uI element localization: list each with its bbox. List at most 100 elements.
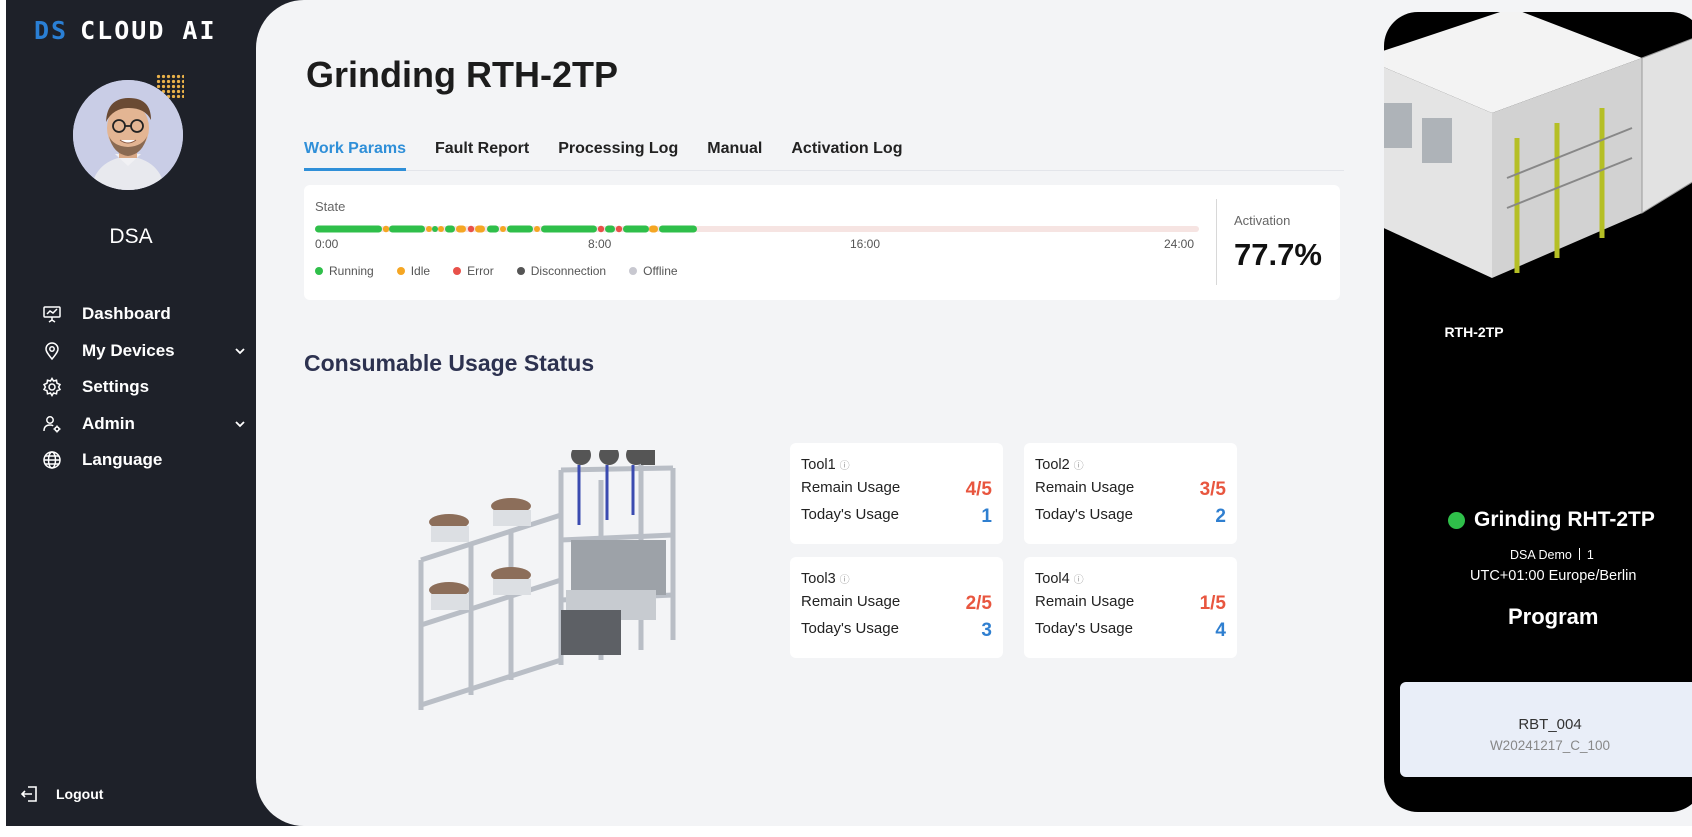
today-usage-row: Today's Usage 4 [1035, 620, 1226, 642]
sidebar-item-label: Admin [82, 413, 135, 433]
tool-card-tool3[interactable]: Tool3 ⓘ Remain Usage 2/5 Today's Usage 3 [790, 557, 1003, 658]
tool-name: Tool1 ⓘ [801, 457, 850, 473]
program-card[interactable]: RBT_004 W20241217_C_100 [1400, 682, 1692, 777]
legend-dot [516, 267, 525, 275]
tab-manual[interactable]: Manual [707, 138, 762, 171]
today-usage-label: Today's Usage [1035, 506, 1133, 523]
today-usage-value: 4 [1215, 620, 1226, 641]
logout-icon [20, 786, 37, 802]
sidebar-item-dashboard[interactable]: Dashboard [36, 296, 246, 333]
remain-usage-value: 4/5 [965, 479, 992, 500]
today-usage-row: Today's Usage 1 [801, 506, 992, 528]
legend-label: Offline [643, 264, 678, 278]
state-legend: Running Idle Error Disconnection Offline [315, 264, 701, 278]
brand-logo: DS CLOUD AI [34, 16, 217, 45]
user-name: DSA [109, 225, 153, 248]
legend-label: Error [467, 264, 494, 278]
remain-usage-label: Remain Usage [801, 593, 901, 610]
legend-label: Idle [410, 264, 431, 278]
chevron-down-icon[interactable] [234, 345, 246, 357]
sidebar-item-label: Settings [82, 377, 150, 397]
program-name: RBT_004 [1518, 716, 1582, 733]
info-icon[interactable]: ⓘ [840, 575, 850, 586]
tool-name-text: Tool4 [1035, 571, 1070, 587]
remain-usage-label: Remain Usage [1035, 593, 1135, 610]
remain-usage-row: Remain Usage 3/5 [1035, 479, 1226, 501]
legend-disconnection[interactable]: Disconnection [516, 264, 607, 278]
legend-error[interactable]: Error [453, 264, 494, 278]
section-title: Consumable Usage Status [304, 350, 595, 376]
tab-bar: Work Params Fault Report Processing Log … [304, 138, 1344, 171]
page-title: Grinding RTH-2TP [306, 54, 618, 95]
today-usage-value: 1 [981, 506, 992, 527]
tool-name: Tool3 ⓘ [801, 571, 850, 587]
logout-label: Logout [56, 786, 104, 802]
gear-icon [42, 377, 62, 398]
tab-activation-log[interactable]: Activation Log [791, 138, 902, 171]
tab-work-params[interactable]: Work Params [304, 138, 406, 171]
state-timeline[interactable] [315, 225, 1199, 233]
tool-card-tool1[interactable]: Tool1 ⓘ Remain Usage 4/5 Today's Usage 1 [790, 443, 1003, 544]
device-timezone: UTC+01:00 Europe/Berlin [1470, 568, 1637, 584]
remain-usage-row: Remain Usage 4/5 [801, 479, 992, 501]
tab-processing-log[interactable]: Processing Log [558, 138, 678, 171]
legend-running[interactable]: Running [315, 264, 374, 278]
logout-button[interactable]: Logout [20, 784, 103, 804]
info-icon[interactable]: ⓘ [1074, 461, 1084, 472]
timeline-tick: 16:00 [850, 237, 881, 251]
sidebar-item-label: Dashboard [82, 304, 171, 324]
info-icon[interactable]: ⓘ [1074, 575, 1084, 586]
chevron-down-icon[interactable] [234, 418, 246, 430]
app-frame: DS CLOUD AI DSA Dashboard My Devices Set… [6, 0, 1692, 826]
tab-fault-report[interactable]: Fault Report [435, 138, 529, 171]
tool-card-tool4[interactable]: Tool4 ⓘ Remain Usage 1/5 Today's Usage 4 [1024, 557, 1237, 658]
legend-offline[interactable]: Offline [629, 264, 678, 278]
remain-usage-row: Remain Usage 2/5 [801, 593, 992, 615]
device-org: DSA Demo 1 [1510, 548, 1594, 562]
avatar[interactable] [73, 80, 183, 190]
legend-label: Running [329, 264, 374, 278]
remain-usage-value: 2/5 [965, 593, 992, 614]
globe-icon [43, 451, 61, 469]
timeline-tick: 24:00 [1164, 237, 1195, 251]
legend-dot [396, 267, 405, 275]
tool-name-text: Tool2 [1035, 457, 1070, 473]
sidebar-item-label: Language [82, 450, 163, 470]
sidebar-item-my-devices[interactable]: My Devices [36, 333, 246, 370]
sidebar-nav: Dashboard My Devices Settings Admin Lang… [36, 296, 246, 479]
state-card: State 0:00 8:00 16:00 24:00 Running Idle… [304, 185, 1340, 300]
today-usage-label: Today's Usage [801, 506, 899, 523]
sidebar-item-language[interactable]: Language [36, 442, 246, 479]
user-avatar-icon [73, 80, 183, 190]
legend-dot [315, 267, 323, 275]
today-usage-value: 3 [981, 620, 992, 641]
legend-idle[interactable]: Idle [396, 264, 431, 278]
brand-name: CLOUD AI [80, 16, 217, 45]
activation-value: 77.7% [1234, 237, 1322, 272]
sidebar-item-label: My Devices [82, 340, 175, 360]
device-panel: RTH-2TP Grinding RHT-2TP DSA Demo 1 UTC+0… [1384, 12, 1692, 812]
tool-card-tool2[interactable]: Tool2 ⓘ Remain Usage 3/5 Today's Usage 2 [1024, 443, 1237, 544]
info-icon[interactable]: ⓘ [840, 461, 850, 472]
location-pin-icon [45, 342, 59, 360]
remain-usage-label: Remain Usage [1035, 479, 1135, 496]
presentation-chart-icon [43, 306, 61, 323]
divider [1216, 199, 1217, 285]
tool-name: Tool4 ⓘ [1035, 571, 1084, 587]
remain-usage-row: Remain Usage 1/5 [1035, 593, 1226, 615]
remain-usage-value: 3/5 [1199, 479, 1226, 500]
legend-label: Disconnection [530, 264, 607, 278]
remain-usage-label: Remain Usage [801, 479, 901, 496]
sidebar-item-admin[interactable]: Admin [36, 406, 246, 443]
today-usage-row: Today's Usage 2 [1035, 506, 1226, 528]
timeline-tick: 0:00 [315, 237, 339, 251]
device-cabinet-image [1384, 12, 1692, 278]
sidebar-item-settings[interactable]: Settings [36, 369, 246, 406]
remain-usage-value: 1/5 [1199, 593, 1226, 614]
grinding-machine-image [418, 450, 676, 710]
tool-name: Tool2 ⓘ [1035, 457, 1084, 473]
legend-dot [453, 267, 462, 275]
state-label: State [315, 199, 346, 214]
separator [1578, 548, 1580, 560]
org-name: DSA Demo [1510, 548, 1572, 562]
